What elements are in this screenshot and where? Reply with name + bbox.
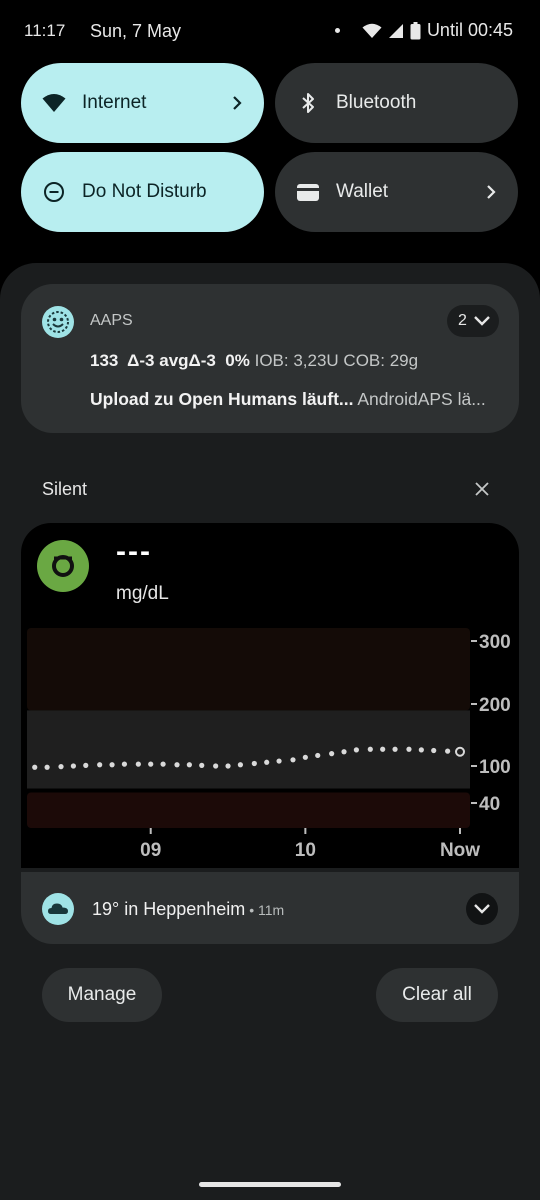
tile-do-not-disturb[interactable]: Do Not Disturb [21,152,264,232]
tile-bluetooth[interactable]: Bluetooth [275,63,518,143]
high-zone [27,628,470,711]
bluetooth-icon [302,93,314,113]
glucose-point [341,749,347,755]
date: Sun, 7 May [90,21,182,41]
aaps-iob-cob: IOB: 3,23U COB: 29g [249,351,419,370]
cell-signal-icon [388,23,403,38]
expand-count-button[interactable]: 2 [447,305,499,337]
y-tick-label: 200 [479,695,511,716]
status-icons: Until 00:45 [334,20,513,41]
glucose-point [431,747,437,754]
glucose-point [406,746,412,752]
glucose-point [58,764,64,770]
glucose-point [264,759,270,765]
glucose-point [251,760,257,767]
tile-wallet[interactable]: Wallet [275,152,518,232]
glucose-point [302,754,308,760]
x-tick-label: Now [440,840,480,861]
aaps-upload-title: Upload zu Open Humans läuft... [90,389,354,409]
chevron-down-icon [474,316,490,326]
chevron-down-icon [474,904,490,914]
glucose-point [367,746,373,752]
aaps-app-icon [42,306,74,338]
low-zone [27,792,470,828]
glucose-point [97,762,103,768]
glucose-point [148,761,154,767]
aaps-upload-detail: AndroidAPS lä... [353,389,486,409]
tile-internet[interactable]: Internet [21,63,264,143]
glucose-point [109,762,115,768]
notification-count: 2 [458,312,467,329]
y-tick-label: 40 [479,794,500,815]
glucose-point [237,762,244,768]
tile-bluetooth-label: Bluetooth [336,92,417,113]
glucose-point [225,763,231,769]
glucose-point [353,747,359,753]
aaps-app-name: AAPS [90,312,133,329]
clock: 11:17 [24,21,66,40]
x-tick-label: 10 [295,840,316,861]
weather-app-icon [42,893,74,925]
home-gesture-bar[interactable] [199,1182,341,1187]
aaps-status-line: 133 Δ-3 avgΔ-3 0% IOB: 3,23U COB: 29g [90,351,418,371]
glucose-point [276,758,282,764]
manage-button[interactable]: Manage [42,968,162,1022]
chevron-right-icon [487,185,496,199]
wifi-icon [42,94,66,112]
do-not-disturb-icon [44,182,64,202]
glucose-point [70,763,76,769]
tile-wallet-label: Wallet [336,181,389,202]
weather-title: 19° in Heppenheim • 11m [92,899,284,920]
glucose-point [329,751,335,757]
chevron-right-icon [233,96,242,110]
chart-y-axis: 300 200 100 40 [471,632,511,815]
glucose-chart: 300 200 100 40 09 10 Now [27,628,511,861]
expand-weather-button[interactable] [466,893,498,925]
glucose-point [83,762,89,768]
glucose-unit: mg/dL [116,583,169,604]
weather-age: • 11m [245,902,285,918]
y-tick-label: 100 [479,757,511,778]
wallet-icon [297,184,319,201]
y-tick-label: 300 [479,632,511,653]
target-range-band [27,710,470,789]
glucose-point [392,746,398,752]
clear-all-button[interactable]: Clear all [376,968,498,1022]
glucose-point [121,761,128,767]
glucose-point [32,764,38,770]
aaps-upload-line: Upload zu Open Humans läuft... AndroidAP… [90,389,500,410]
glucose-point [186,762,192,768]
chart-zones [27,628,470,828]
glucose-point [315,752,321,759]
chart-x-axis: 09 10 Now [140,828,480,861]
glucose-point [418,747,424,753]
notification-dot-icon [334,28,340,33]
tile-internet-label: Internet [82,92,147,113]
glucose-point [174,762,180,768]
wifi-status-icon [362,23,382,38]
glucose-point [445,748,451,754]
battery-icon [410,21,421,39]
clear-all-button-label: Clear all [402,984,472,1005]
glucose-point [44,764,50,770]
glucose-point [213,763,219,769]
xdrip-app-icon [37,540,89,592]
close-icon[interactable] [471,478,493,500]
x-tick-label: 09 [140,840,161,861]
weather-location-temp: 19° in Heppenheim [92,899,246,919]
battery-text: Until 00:45 [426,20,513,40]
tile-do-not-disturb-label: Do Not Disturb [82,181,207,202]
silent-section-label: Silent [42,479,88,499]
glucose-point [290,757,296,763]
manage-button-label: Manage [67,984,137,1005]
glucose-point [380,746,386,752]
glucose-point [199,762,205,768]
glucose-point [135,761,141,767]
glucose-point [160,761,166,767]
status-bar: 11:17 Sun, 7 May Until 00:45 [0,0,540,62]
glucose-value: --- [116,535,152,568]
aaps-glucose-summary: 133 Δ-3 avgΔ-3 0% [90,351,250,370]
